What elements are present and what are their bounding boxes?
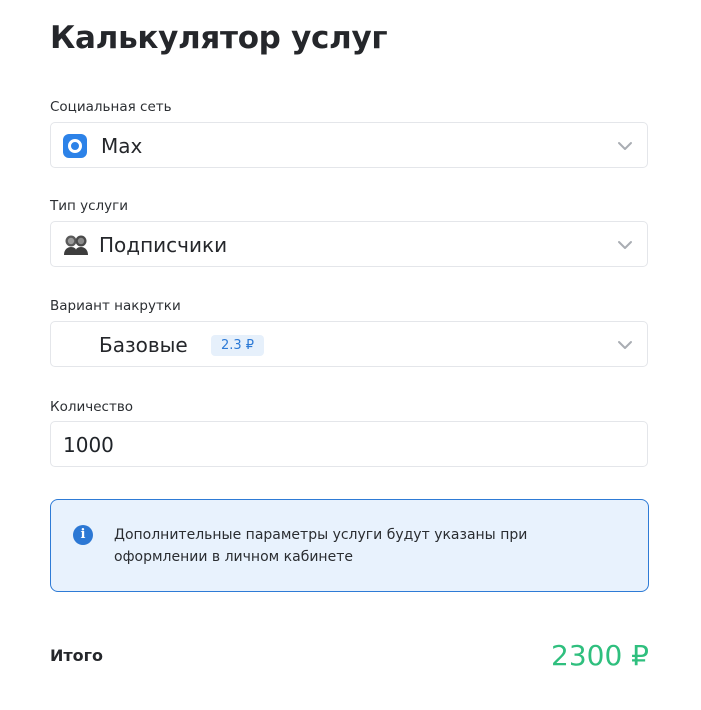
chevron-down-icon — [617, 138, 633, 154]
chevron-down-icon — [617, 337, 633, 353]
max-logo-icon — [63, 134, 87, 158]
total-label: Итого — [50, 646, 104, 665]
quantity-field — [50, 421, 648, 468]
page-title: Калькулятор услуг — [50, 20, 388, 56]
network-value: Max — [101, 134, 143, 158]
price-badge: 2.3 ₽ — [211, 335, 265, 356]
variant-label: Вариант накрутки — [50, 298, 181, 314]
service-type-label: Тип услуги — [50, 198, 129, 214]
quantity-input[interactable] — [63, 422, 623, 468]
variant-select[interactable]: Базовые 2.3 ₽ — [50, 321, 648, 367]
quantity-label: Количество — [50, 399, 134, 415]
info-text: Дополнительные параметры услуги будут ук… — [114, 527, 528, 565]
service-type-select[interactable]: Подписчики — [50, 221, 648, 267]
total-value: 2300 ₽ — [551, 639, 649, 672]
subscribers-icon — [63, 234, 89, 256]
chevron-down-icon — [617, 237, 633, 253]
service-type-value: Подписчики — [99, 233, 228, 257]
network-select[interactable]: Max — [50, 122, 648, 168]
network-label: Социальная сеть — [50, 99, 172, 115]
variant-value: Базовые — [99, 333, 188, 357]
info-notice: i Дополнительные параметры услуги будут … — [50, 499, 649, 592]
info-icon: i — [73, 525, 93, 545]
